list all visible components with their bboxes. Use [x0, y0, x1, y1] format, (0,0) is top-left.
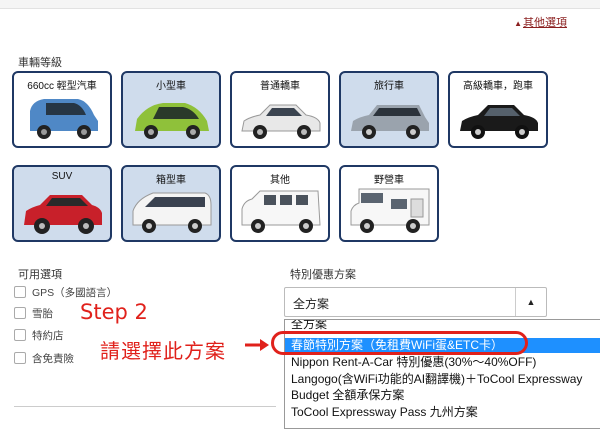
- checkbox[interactable]: [14, 352, 26, 364]
- option-label: 特約店: [32, 329, 64, 342]
- plan-select-value: 全方案: [293, 297, 330, 311]
- vehicle-card-label: 野營車: [374, 175, 404, 186]
- luxury-car-icon: [460, 105, 538, 139]
- plan-option[interactable]: Langogo(含WiFi功能的AI翻譯機)＋ToCool Expressway: [285, 372, 600, 387]
- option-label: 雪胎: [32, 307, 53, 320]
- vehicle-card-label: SUV: [51, 171, 73, 182]
- more-options-link[interactable]: ▲其他選項: [514, 14, 567, 30]
- plan-option[interactable]: ToCool Expressway Pass 九州方案: [285, 405, 600, 420]
- vehicle-card-label: 其他: [270, 175, 290, 186]
- kei-car-icon: [30, 99, 98, 139]
- vehicle-card-compact[interactable]: 小型車: [121, 71, 221, 148]
- vehicle-card-label: 660cc 輕型汽車: [27, 81, 97, 92]
- compact-car-icon: [135, 103, 209, 139]
- suv-car-icon: [24, 195, 102, 234]
- triangle-up-icon: ▲: [514, 19, 522, 28]
- checkbox[interactable]: [14, 286, 26, 298]
- vehicle-card-camper[interactable]: 野營車: [339, 165, 439, 242]
- plan-option[interactable]: Budget 全額承保方案: [285, 388, 600, 403]
- vehicle-card-label: 高級轎車，跑車: [463, 81, 533, 92]
- more-options-label: 其他選項: [523, 17, 567, 29]
- vehicle-card-kei[interactable]: 660cc 輕型汽車: [12, 71, 112, 148]
- vehicle-card-suv[interactable]: SUV: [12, 165, 112, 242]
- option-insurance[interactable]: 含免責險: [14, 350, 74, 366]
- option-gps[interactable]: GPS（多國語言）: [14, 284, 117, 300]
- option-label: 含免責險: [32, 352, 74, 365]
- vehicle-card-label: 旅行車: [374, 81, 404, 92]
- arrow-right-icon: [245, 339, 269, 351]
- wagon-car-icon: [351, 105, 429, 139]
- option-snow-tire[interactable]: 雪胎: [14, 305, 53, 321]
- vehicle-card-label: 普通轎車: [260, 81, 300, 92]
- option-label: GPS（多國語言）: [32, 286, 118, 299]
- plan-option[interactable]: Nippon Rent-A-Car 特別優惠(30%～40%OFF): [285, 355, 600, 370]
- special-plan-title: 特別優惠方案: [290, 269, 356, 281]
- vehicle-card-label: 箱型車: [156, 175, 186, 186]
- divider: [14, 406, 276, 407]
- highlight-ring: [271, 331, 528, 355]
- vehicle-card-other[interactable]: 其他: [230, 165, 330, 242]
- plan-select[interactable]: 全方案 ▲: [284, 287, 547, 317]
- option-partner-shop[interactable]: 特約店: [14, 327, 64, 343]
- van-car-icon: [132, 192, 212, 233]
- vehicle-class-title: 車輛等級: [18, 57, 62, 69]
- checkbox[interactable]: [14, 307, 26, 319]
- vehicle-card-luxury[interactable]: 高級轎車，跑車: [448, 71, 548, 148]
- triangle-up-icon[interactable]: ▲: [515, 288, 546, 316]
- vehicle-card-sedan[interactable]: 普通轎車: [230, 71, 330, 148]
- vehicle-card-van[interactable]: 箱型車: [121, 165, 221, 242]
- vehicle-card-label: 小型車: [156, 81, 186, 92]
- instruction-annotation: 請選擇此方案: [100, 339, 226, 363]
- available-options-title: 可用選項: [18, 269, 62, 281]
- top-frame-bar: [0, 0, 600, 9]
- camper-icon: [350, 188, 430, 233]
- sedan-car-icon: [241, 104, 321, 139]
- step-annotation: Step 2: [80, 300, 148, 324]
- checkbox[interactable]: [14, 329, 26, 341]
- vehicle-card-wagon[interactable]: 旅行車: [339, 71, 439, 148]
- minibus-icon: [241, 190, 321, 233]
